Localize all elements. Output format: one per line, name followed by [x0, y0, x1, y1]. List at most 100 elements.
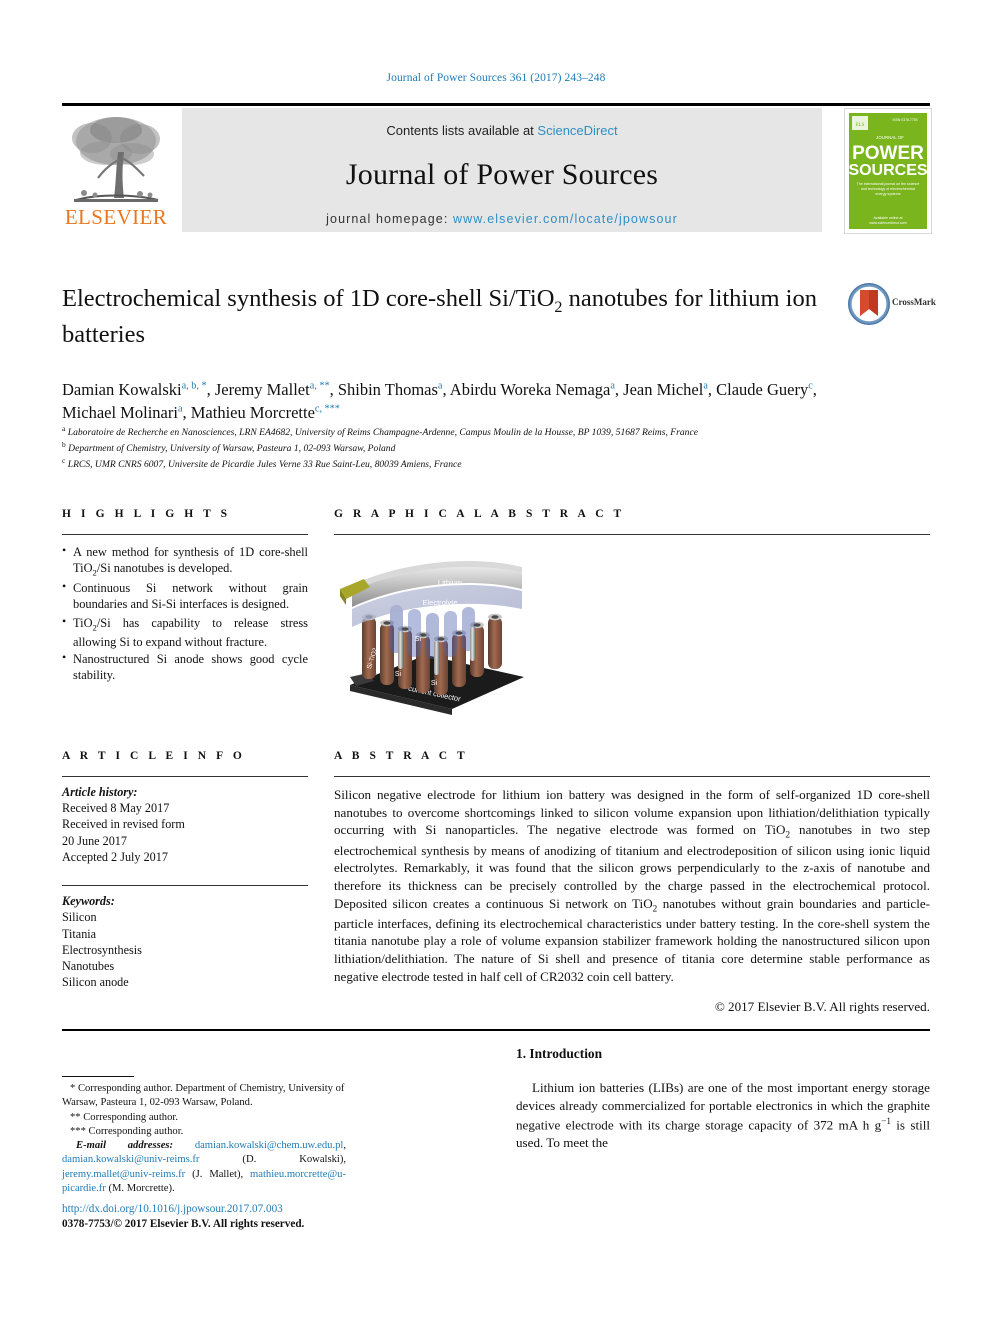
email-tail-1: ,: [343, 1140, 346, 1152]
author-2: Shibin Thomasa,: [338, 380, 450, 399]
contents-list-line: Contents lists available at ScienceDirec…: [182, 123, 822, 138]
highlights-section: H I G H L I G H T S A new method for syn…: [62, 508, 308, 687]
corresponding-author-2: ** Corresponding author.: [70, 1111, 178, 1123]
keyword-item: Electrosynthesis: [62, 942, 142, 957]
crossmark-label: CrossMark: [892, 297, 936, 307]
author-list: Damian Kowalskia, b, *, Jeremy Malleta, …: [62, 378, 852, 425]
svg-text:Available online at: Available online at: [873, 216, 902, 220]
footnote-rule: [62, 1076, 134, 1077]
keyword-item: Silicon anode: [62, 975, 129, 990]
introduction-heading: 1. Introduction: [516, 1046, 603, 1061]
author-name: Jeremy Mallet: [214, 380, 310, 399]
doi-link[interactable]: http://dx.doi.org/10.1016/j.jpowsour.201…: [62, 1202, 392, 1217]
svg-text:JOURNAL OF: JOURNAL OF: [876, 135, 904, 140]
masthead-top-rule: [62, 103, 930, 106]
keywords-rule-wrap: [62, 885, 308, 887]
affiliation-b: b Department of Chemistry, University of…: [62, 440, 852, 456]
svg-text:energy systems: energy systems: [875, 192, 900, 196]
highlight-pre: TiO: [73, 616, 93, 631]
graphical-abstract-rule-wrap: [334, 534, 930, 535]
email-link-2[interactable]: damian.kowalski@univ-reims.fr: [62, 1154, 199, 1165]
email-tail-2: (D. Kowalski),: [199, 1154, 346, 1166]
highlight-post: /Si has capability to release stress all…: [73, 616, 308, 650]
title-part-1: Electrochemical synthesis of 1D core-she…: [62, 285, 555, 312]
affiliation-mark: b: [62, 439, 66, 449]
svg-text:SOURCES: SOURCES: [848, 162, 927, 179]
article-info-rule: [62, 776, 308, 777]
author-marks: a, **: [309, 380, 330, 392]
svg-text:ISSN 0378-7753: ISSN 0378-7753: [892, 118, 917, 122]
intro-superscript: −1: [881, 1115, 891, 1126]
lithium-label: Lithium: [438, 578, 462, 587]
introduction-paragraph: Lithium ion batteries (LIBs) are one of …: [516, 1079, 930, 1152]
highlight-post: /Si nanotubes is developed.: [96, 561, 233, 575]
history-line: Accepted 2 July 2017: [62, 849, 168, 864]
author-sep: ,: [329, 380, 338, 399]
author-marks: c, ***: [314, 403, 340, 415]
affiliation-text: LRCS, UMR CNRS 6007, Universite de Picar…: [67, 458, 462, 470]
doi-block: http://dx.doi.org/10.1016/j.jpowsour.201…: [62, 1202, 392, 1233]
sciencedirect-link[interactable]: ScienceDirect: [537, 123, 617, 138]
highlight-pre: Nanostructured Si anode shows good cycle…: [73, 652, 308, 683]
history-line: 20 June 2017: [62, 833, 127, 848]
abstract-rule: [334, 776, 930, 777]
author-5: Claude Gueryc,: [716, 380, 817, 399]
issn-copyright-line: 0378-7753/© 2017 Elsevier B.V. All right…: [62, 1218, 305, 1231]
homepage-label: journal homepage:: [326, 212, 453, 226]
highlights-heading: H I G H L I G H T S: [62, 508, 231, 520]
si-label-3: Si: [431, 680, 438, 687]
affiliation-mark: c: [62, 455, 66, 465]
affiliation-a: a Laboratoire de Recherche en Nanoscienc…: [62, 424, 852, 440]
highlights-rule-wrap: [62, 534, 308, 535]
email-link-3[interactable]: jeremy.mallet@univ-reims.fr: [62, 1169, 185, 1180]
intro-text-a: Lithium ion batteries (LIBs) are one of …: [516, 1080, 930, 1132]
list-item: Continuous Si network without grain boun…: [62, 579, 308, 615]
email-link-1[interactable]: damian.kowalski@chem.uw.edu.pl: [195, 1140, 344, 1151]
article-history: Article history: Received 8 May 2017 Rec…: [62, 784, 308, 865]
history-line: Received 8 May 2017: [62, 801, 170, 816]
author-name: Michael Molinari: [62, 403, 178, 423]
author-marks: a, b, *: [181, 380, 207, 392]
author-sep: ,: [442, 380, 450, 399]
journal-cover-thumbnail: ELS ISSN 0378-7753 JOURNAL OF POWER SOUR…: [844, 108, 932, 234]
svg-text:www.sciencedirect.com: www.sciencedirect.com: [869, 221, 906, 225]
author-1: Jeremy Malleta, **,: [215, 380, 338, 399]
keyword-item: Titania: [62, 926, 97, 941]
article-info-section: A R T I C L E I N F O Article history: R…: [62, 750, 308, 990]
list-item: A new method for synthesis of 1D core-sh…: [62, 543, 308, 579]
homepage-url-link[interactable]: www.elsevier.com/locate/jpowsour: [453, 212, 678, 226]
affiliation-text: Department of Chemistry, University of W…: [68, 442, 396, 454]
author-name: Jean Michel: [623, 380, 704, 399]
footnotes-block: * Corresponding author. Department of Ch…: [62, 1076, 346, 1207]
author-name: Abirdu Woreka Nemaga: [449, 380, 611, 399]
affiliation-text: Laboratoire de Recherche en Nanosciences…: [67, 427, 698, 439]
abstract-section: A B S T R A C T Silicon negative electro…: [334, 750, 930, 1015]
affiliation-mark: a: [62, 424, 66, 433]
author-3: Abirdu Woreka Nemagaa,: [450, 380, 623, 399]
graphical-abstract-rule: [334, 534, 930, 535]
svg-text:POWER: POWER: [852, 143, 924, 164]
keyword-item: Nanotubes: [62, 958, 115, 973]
keywords-list: Keywords: Silicon Titania Electrosynthes…: [62, 893, 308, 990]
keywords-label: Keywords:: [62, 894, 115, 909]
email-tail-3: (J. Mallet),: [185, 1168, 251, 1180]
journal-title: Journal of Power Sources: [345, 158, 659, 191]
journal-masthead: ELSEVIER Contents lists available at Sci…: [62, 103, 932, 234]
crossmark-badge[interactable]: CrossMark: [848, 283, 944, 325]
author-name: Damian Kowalski: [62, 380, 182, 399]
si-label-2: Si: [395, 671, 402, 678]
article-info-rule-wrap: [62, 776, 308, 777]
graphical-abstract-section: G R A P H I C A L A B S T R A C T curren…: [334, 508, 930, 717]
journal-homepage-line: journal homepage: www.elsevier.com/locat…: [182, 212, 822, 226]
author-sep: ,: [206, 380, 215, 399]
author-name: Mathieu Morcrette: [190, 403, 315, 423]
svg-text:ELS: ELS: [856, 123, 865, 128]
cover-artwork: ELS ISSN 0378-7753 JOURNAL OF POWER SOUR…: [845, 109, 931, 233]
abstract-text: Silicon negative electrode for lithium i…: [334, 786, 930, 986]
page-title: Electrochemical synthesis of 1D core-she…: [62, 283, 832, 350]
list-item: Nanostructured Si anode shows good cycle…: [62, 650, 308, 686]
highlight-pre: Continuous Si network without grain boun…: [73, 580, 308, 611]
corresponding-author-1: * Corresponding author. Department of Ch…: [62, 1083, 345, 1109]
list-item: TiO2/Si has capability to release stress…: [62, 614, 308, 650]
author-name: Claude Guery: [716, 380, 809, 399]
